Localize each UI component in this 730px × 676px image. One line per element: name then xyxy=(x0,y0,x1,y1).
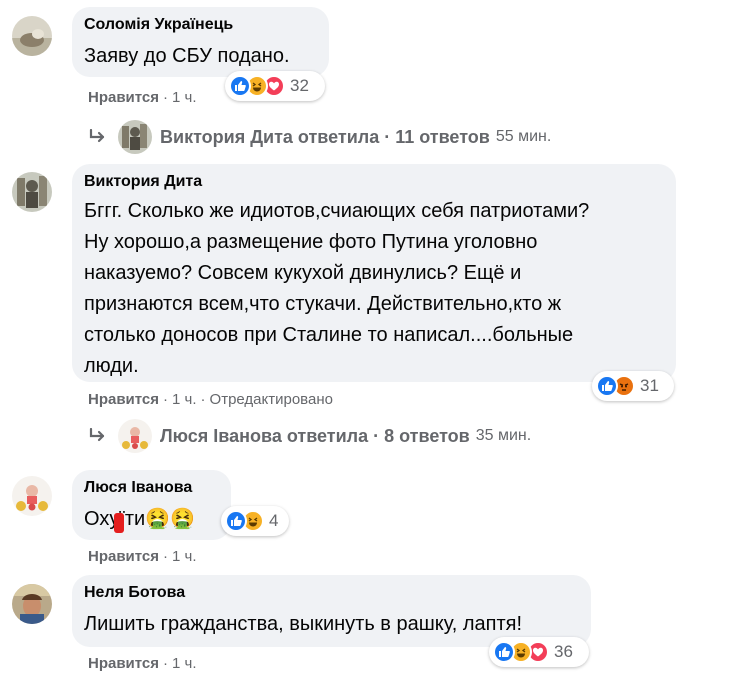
reply-arrow-icon xyxy=(88,428,112,444)
comment-bubble: Виктория Дита Бггг. Сколько же идиотов,с… xyxy=(72,164,676,382)
comment-text: Лишить гражданства, выкинуть в рашку, ла… xyxy=(84,613,523,635)
reaction-summary[interactable]: 32 xyxy=(225,71,325,101)
view-replies-link[interactable]: Виктория Дита ответила · 11 ответов 55 м… xyxy=(88,120,551,154)
like-button[interactable]: Нравится xyxy=(88,89,159,106)
comment-text-line: признаются всем,что стукачи. Действитель… xyxy=(84,293,562,315)
comment-actions: Нравится · 1 ч. · Отредактировано xyxy=(88,391,333,408)
comment-author[interactable]: Неля Ботова xyxy=(84,583,579,603)
like-button[interactable]: Нравится xyxy=(88,548,159,565)
like-button[interactable]: Нравится xyxy=(88,655,159,672)
comment-actions: Нравится · 1 ч. xyxy=(88,548,197,565)
reply-summary-text: Виктория Дита ответила · 11 ответов xyxy=(160,126,490,147)
comment-bubble: Люся Іванова Охуїти🤮🤮 xyxy=(72,470,231,540)
comment-actions: Нравится · 1 ч. xyxy=(88,89,197,106)
reply-summary-time: 35 мин. xyxy=(475,427,532,444)
comment-text: Охуїти🤮🤮 xyxy=(84,508,196,530)
avatar[interactable] xyxy=(12,584,52,624)
reaction-count: 4 xyxy=(269,511,279,530)
comment-time[interactable]: 1 ч. xyxy=(172,89,197,106)
comment-actions: Нравится · 1 ч. xyxy=(88,655,197,672)
comment-time[interactable]: 1 ч. xyxy=(172,655,197,672)
reaction-summary[interactable]: 31 xyxy=(592,371,674,401)
comment-author[interactable]: Соломія Українець xyxy=(84,15,317,35)
comment-time[interactable]: 1 ч. xyxy=(172,548,197,565)
edited-label[interactable]: Отредактировано xyxy=(210,391,333,408)
like-reaction-icon xyxy=(229,75,251,97)
reply-arrow-icon xyxy=(88,129,112,145)
like-button[interactable]: Нравится xyxy=(88,391,159,408)
comment-text-line: Ну хорошо,а размещение фото Путина уголо… xyxy=(84,231,538,253)
comment-time[interactable]: 1 ч. xyxy=(172,391,197,408)
like-reaction-icon xyxy=(225,510,247,532)
comment-author[interactable]: Виктория Дита xyxy=(84,172,664,192)
reply-author-avatar xyxy=(118,419,152,453)
like-reaction-icon xyxy=(493,641,515,663)
avatar[interactable] xyxy=(12,476,52,516)
comment-text-line: люди. xyxy=(84,355,139,377)
reaction-count: 31 xyxy=(640,376,659,395)
avatar[interactable] xyxy=(12,16,52,56)
reply-author-avatar xyxy=(118,120,152,154)
reaction-count: 36 xyxy=(554,642,573,661)
comment-author[interactable]: Люся Іванова xyxy=(84,478,219,498)
view-replies-link[interactable]: Люся Іванова ответила · 8 ответов 35 мин… xyxy=(88,419,531,453)
reaction-summary[interactable]: 36 xyxy=(489,637,589,667)
comment-bubble: Соломія Українець Заяву до СБУ подано. xyxy=(72,7,329,77)
comment-text-line: наказуемо? Совсем кукухой двинулись? Ещё… xyxy=(84,262,522,284)
avatar[interactable] xyxy=(12,172,52,212)
reply-summary-time: 55 мин. xyxy=(495,128,552,145)
reply-summary-text: Люся Іванова ответила · 8 ответов xyxy=(160,425,470,446)
comment-text: Заяву до СБУ подано. xyxy=(84,45,290,67)
comment-text-line: Бггг. Сколько же идиотов,счиающих себя п… xyxy=(84,200,590,222)
reaction-summary[interactable]: 4 xyxy=(221,506,289,536)
reaction-count: 32 xyxy=(290,76,309,95)
text-cursor-marker xyxy=(114,513,124,533)
comment-text-line: столько доносов при Сталине то написал..… xyxy=(84,324,574,346)
like-reaction-icon xyxy=(596,375,618,397)
